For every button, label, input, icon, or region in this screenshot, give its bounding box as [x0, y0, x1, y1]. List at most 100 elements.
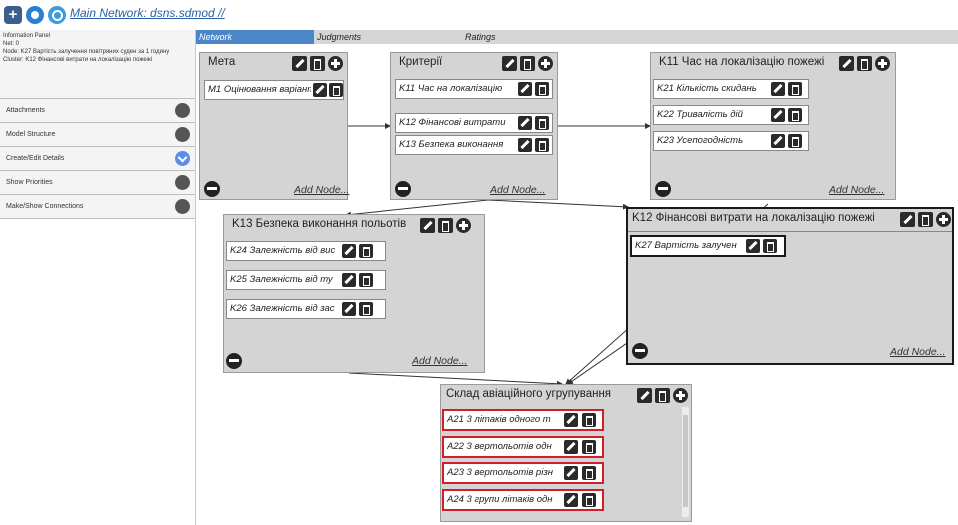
edit-node-icon[interactable]	[564, 466, 578, 480]
delete-cluster-icon[interactable]	[655, 388, 670, 403]
edit-node-icon[interactable]	[564, 440, 578, 454]
model-structure-row[interactable]: Model Structure	[0, 123, 195, 147]
edit-node-icon[interactable]	[564, 493, 578, 507]
edit-cluster-icon[interactable]	[502, 56, 517, 71]
node-k27[interactable]: K27 Вартість залучен	[630, 235, 786, 257]
node-k11[interactable]: K11 Час на локалізацію	[395, 79, 553, 99]
edit-node-icon[interactable]	[518, 116, 532, 130]
node-a21[interactable]: A21 3 літаків одного т	[442, 409, 604, 431]
delete-node-icon[interactable]	[359, 244, 373, 258]
view-icon[interactable]	[26, 6, 44, 24]
edit-node-icon[interactable]	[518, 82, 532, 96]
make-show-connections-row[interactable]: Make/Show Connections	[0, 195, 195, 219]
delete-node-icon[interactable]	[582, 493, 596, 507]
node-k24[interactable]: K24 Залежність від вис	[226, 241, 386, 261]
scrollbar-thumb[interactable]	[683, 415, 688, 507]
delete-node-icon[interactable]	[763, 239, 777, 253]
cluster-k13[interactable]: K13 Безпека виконання польотів K24 Залеж…	[223, 214, 485, 373]
edit-cluster-icon[interactable]	[839, 56, 854, 71]
add-node-icon[interactable]	[328, 56, 343, 71]
delete-node-icon[interactable]	[582, 413, 596, 427]
tab-network[interactable]: Network	[196, 30, 314, 44]
edit-node-icon[interactable]	[342, 302, 356, 316]
edit-node-icon[interactable]	[746, 239, 760, 253]
network-canvas[interactable]: Мета M1 Оцінювання варіанта Add Node... …	[196, 44, 958, 525]
delete-node-icon[interactable]	[535, 138, 549, 152]
delete-node-icon[interactable]	[582, 440, 596, 454]
add-node-link[interactable]: Add Node...	[829, 184, 884, 196]
add-node-icon[interactable]	[936, 212, 951, 227]
add-node-icon[interactable]	[875, 56, 890, 71]
edit-cluster-icon[interactable]	[292, 56, 307, 71]
attachments-expand-icon[interactable]	[175, 103, 190, 118]
cluster-criteria[interactable]: Критерії K11 Час на локалізацію K12 Фіна…	[390, 52, 558, 200]
delete-cluster-icon[interactable]	[310, 56, 325, 71]
edit-node-icon[interactable]	[313, 83, 327, 97]
edit-cluster-icon[interactable]	[420, 218, 435, 233]
delete-node-icon[interactable]	[788, 108, 802, 122]
show-priorities-row[interactable]: Show Priorities	[0, 171, 195, 195]
add-node-link[interactable]: Add Node...	[890, 346, 945, 358]
cluster-meta[interactable]: Мета M1 Оцінювання варіанта Add Node...	[199, 52, 349, 200]
cluster-k11[interactable]: K11 Час на локалізацію пожежі K21 Кількі…	[650, 52, 896, 200]
add-node-icon[interactable]	[538, 56, 553, 71]
collapse-cluster-icon[interactable]	[204, 181, 220, 197]
add-node-icon[interactable]	[456, 218, 471, 233]
node-k23[interactable]: K23 Усепогодність	[653, 131, 809, 151]
collapse-cluster-icon[interactable]	[395, 181, 411, 197]
delete-cluster-icon[interactable]	[857, 56, 872, 71]
delete-cluster-icon[interactable]	[918, 212, 933, 227]
node-k12[interactable]: K12 Фінансові витрати	[395, 113, 553, 133]
delete-node-icon[interactable]	[788, 134, 802, 148]
add-node-icon[interactable]	[673, 388, 688, 403]
add-node-link[interactable]: Add Node...	[490, 184, 545, 196]
edit-node-icon[interactable]	[342, 244, 356, 258]
add-icon[interactable]: +	[4, 6, 22, 24]
edit-cluster-icon[interactable]	[900, 212, 915, 227]
make-show-connections-expand-icon[interactable]	[175, 199, 190, 214]
create-edit-details-row[interactable]: Create/Edit Details	[0, 147, 195, 171]
add-node-link[interactable]: Add Node...	[412, 355, 467, 367]
collapse-cluster-icon[interactable]	[632, 343, 648, 359]
node-k25[interactable]: K25 Залежність від ту	[226, 270, 386, 290]
cluster-aviation-group[interactable]: Склад авіаційного угрупування A21 3 літа…	[440, 384, 692, 522]
edit-node-icon[interactable]	[342, 273, 356, 287]
edit-node-icon[interactable]	[518, 138, 532, 152]
delete-node-icon[interactable]	[329, 83, 343, 97]
cluster-k12[interactable]: K12 Фінансові витрати на локалізацію пож…	[626, 207, 954, 365]
delete-node-icon[interactable]	[582, 466, 596, 480]
edit-node-icon[interactable]	[771, 82, 785, 96]
delete-node-icon[interactable]	[788, 82, 802, 96]
main-network-link[interactable]: Main Network: dsns.sdmod //	[70, 6, 225, 20]
node-m1[interactable]: M1 Оцінювання варіанта	[204, 80, 344, 100]
cluster-scrollbar[interactable]	[682, 407, 689, 517]
node-k13[interactable]: K13 Безпека виконання	[395, 135, 553, 155]
model-structure-expand-icon[interactable]	[175, 127, 190, 142]
edit-node-icon[interactable]	[771, 108, 785, 122]
delete-node-icon[interactable]	[359, 302, 373, 316]
delete-node-icon[interactable]	[535, 116, 549, 130]
edit-node-icon[interactable]	[771, 134, 785, 148]
node-a23[interactable]: A23 3 вертольотів різн	[442, 462, 604, 484]
chevron-down-icon[interactable]	[175, 151, 190, 166]
collapse-cluster-icon[interactable]	[226, 353, 242, 369]
node-k26[interactable]: K26 Залежність від зас	[226, 299, 386, 319]
edit-cluster-icon[interactable]	[637, 388, 652, 403]
node-k22[interactable]: K22 Тривалість дій	[653, 105, 809, 125]
delete-node-icon[interactable]	[535, 82, 549, 96]
show-priorities-expand-icon[interactable]	[175, 175, 190, 190]
node-a22[interactable]: A22 3 вертольотів одн	[442, 436, 604, 458]
add-node-link[interactable]: Add Node...	[294, 184, 349, 196]
delete-cluster-icon[interactable]	[438, 218, 453, 233]
node-a24[interactable]: A24 3 групи літаків одн	[442, 489, 604, 511]
tab-judgments[interactable]: Judgments	[314, 30, 432, 44]
delete-node-icon[interactable]	[359, 273, 373, 287]
collapse-cluster-icon[interactable]	[655, 181, 671, 197]
attachments-row[interactable]: Attachments	[0, 99, 195, 123]
search-icon[interactable]	[48, 6, 66, 24]
tab-ratings[interactable]: Ratings	[462, 30, 562, 44]
node-k25-label: K25 Залежність від ту	[230, 274, 333, 285]
edit-node-icon[interactable]	[564, 413, 578, 427]
node-k21[interactable]: K21 Кількість скидань	[653, 79, 809, 99]
delete-cluster-icon[interactable]	[520, 56, 535, 71]
